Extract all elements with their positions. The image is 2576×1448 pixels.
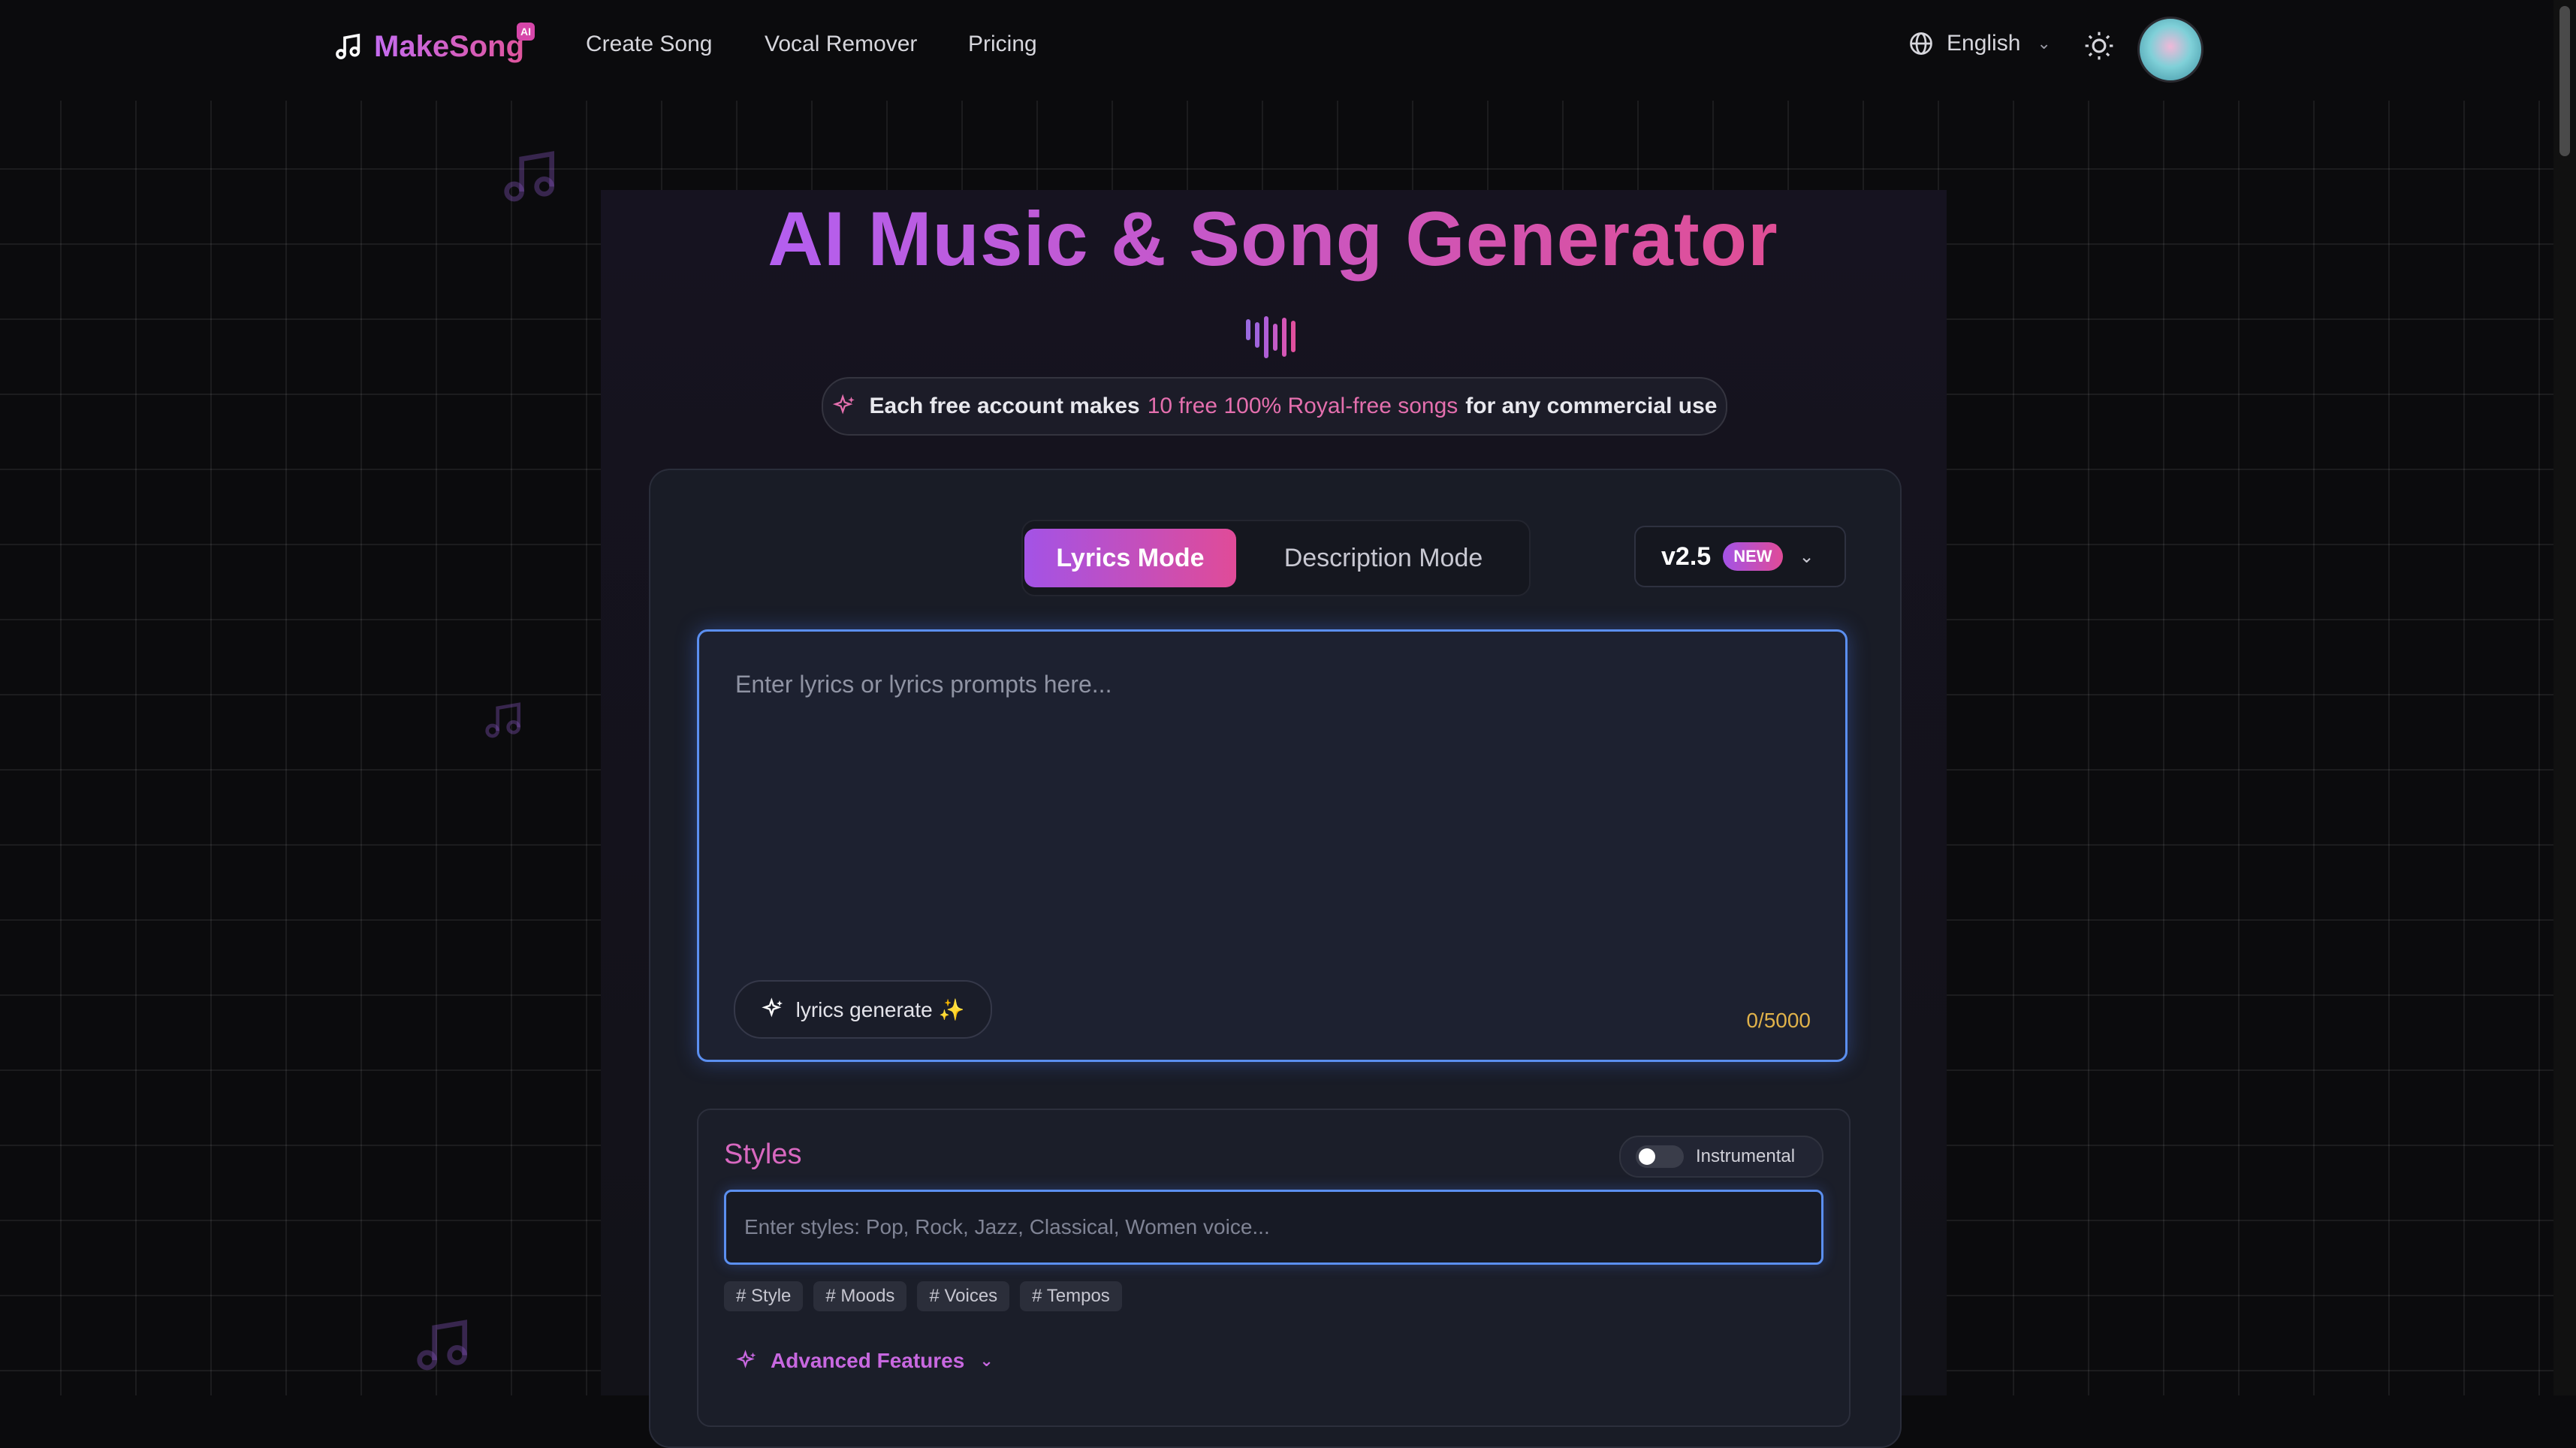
tab-lyrics-mode[interactable]: Lyrics Mode xyxy=(1024,529,1236,587)
language-label: English xyxy=(1947,31,2021,56)
styles-input[interactable]: Enter styles: Pop, Rock, Jazz, Classical… xyxy=(724,1190,1823,1265)
music-note-decoration-icon xyxy=(485,702,520,738)
promo-highlight: 10 free 100% Royal-free songs xyxy=(1147,394,1458,418)
toggle-knob xyxy=(1639,1148,1655,1165)
scrollbar-thumb[interactable] xyxy=(2559,6,2570,156)
sun-icon[interactable] xyxy=(2083,30,2115,62)
toggle-switch[interactable] xyxy=(1636,1145,1684,1168)
tag-voices[interactable]: # Voices xyxy=(917,1281,1010,1311)
promo-text-post: for any commercial use xyxy=(1465,394,1718,418)
logo-text: MakeSong xyxy=(374,29,525,63)
chevron-down-icon: ⌄ xyxy=(2037,34,2051,53)
user-avatar[interactable] xyxy=(2137,17,2203,83)
instrumental-label: Instrumental xyxy=(1696,1146,1796,1166)
nav-pricing[interactable]: Pricing xyxy=(968,32,1037,57)
character-counter: 0/5000 xyxy=(1746,1009,1811,1032)
tab-description-mode[interactable]: Description Mode xyxy=(1248,529,1519,587)
styles-placeholder: Enter styles: Pop, Rock, Jazz, Classical… xyxy=(744,1215,1270,1238)
free-account-banner: Each free account makes 10 free 100% Roy… xyxy=(822,377,1727,436)
chevron-down-icon: ⌄ xyxy=(1799,546,1814,567)
globe-icon xyxy=(1910,32,1932,55)
top-navbar: MakeSong AI Create Song Vocal Remover Pr… xyxy=(0,0,2553,93)
tag-tempos[interactable]: # Tempos xyxy=(1020,1281,1122,1311)
page-title: AI Music & Song Generator xyxy=(0,194,2546,284)
lyrics-generate-label: lyrics generate ✨ xyxy=(795,997,965,1021)
page-scrollbar[interactable] xyxy=(2553,0,2576,1395)
language-selector[interactable]: English ⌄ xyxy=(1908,30,2051,57)
sound-wave-icon xyxy=(1246,316,1296,358)
styles-section: Styles Instrumental Enter styles: Pop, R… xyxy=(697,1109,1851,1427)
tag-moods[interactable]: # Moods xyxy=(813,1281,907,1311)
music-note-decoration-icon xyxy=(417,1320,467,1371)
advanced-features-toggle[interactable]: Advanced Features ⌄ xyxy=(736,1349,994,1373)
sparkle-icon xyxy=(736,1350,756,1368)
chevron-down-icon: ⌄ xyxy=(979,1351,994,1370)
instrumental-toggle[interactable]: Instrumental xyxy=(1619,1136,1823,1178)
model-version-select[interactable]: v2.5 NEW ⌄ xyxy=(1634,526,1846,587)
lyrics-generate-button[interactable]: lyrics generate ✨ xyxy=(734,980,992,1039)
sparkle-icon xyxy=(761,997,783,1018)
promo-text-pre: Each free account makes xyxy=(869,394,1140,418)
advanced-features-label: Advanced Features xyxy=(771,1349,965,1372)
version-label: v2.5 xyxy=(1661,541,1712,571)
logo[interactable]: MakeSong AI xyxy=(333,23,535,71)
mode-switch: Lyrics Mode Description Mode xyxy=(1021,520,1531,596)
nav-vocal-remover[interactable]: Vocal Remover xyxy=(765,32,917,57)
styles-title: Styles xyxy=(724,1139,802,1170)
lyrics-textarea[interactable]: Enter lyrics or lyrics prompts here... l… xyxy=(697,629,1848,1062)
new-badge: NEW xyxy=(1723,542,1783,571)
style-tags: # Style # Moods # Voices # Tempos xyxy=(724,1281,1122,1311)
sparkle-icon xyxy=(832,394,855,415)
nav-create-song[interactable]: Create Song xyxy=(586,32,712,57)
lyrics-placeholder: Enter lyrics or lyrics prompts here... xyxy=(735,671,1112,698)
logo-ai-badge: AI xyxy=(517,23,535,41)
music-note-icon xyxy=(336,33,360,59)
tag-style[interactable]: # Style xyxy=(724,1281,804,1311)
